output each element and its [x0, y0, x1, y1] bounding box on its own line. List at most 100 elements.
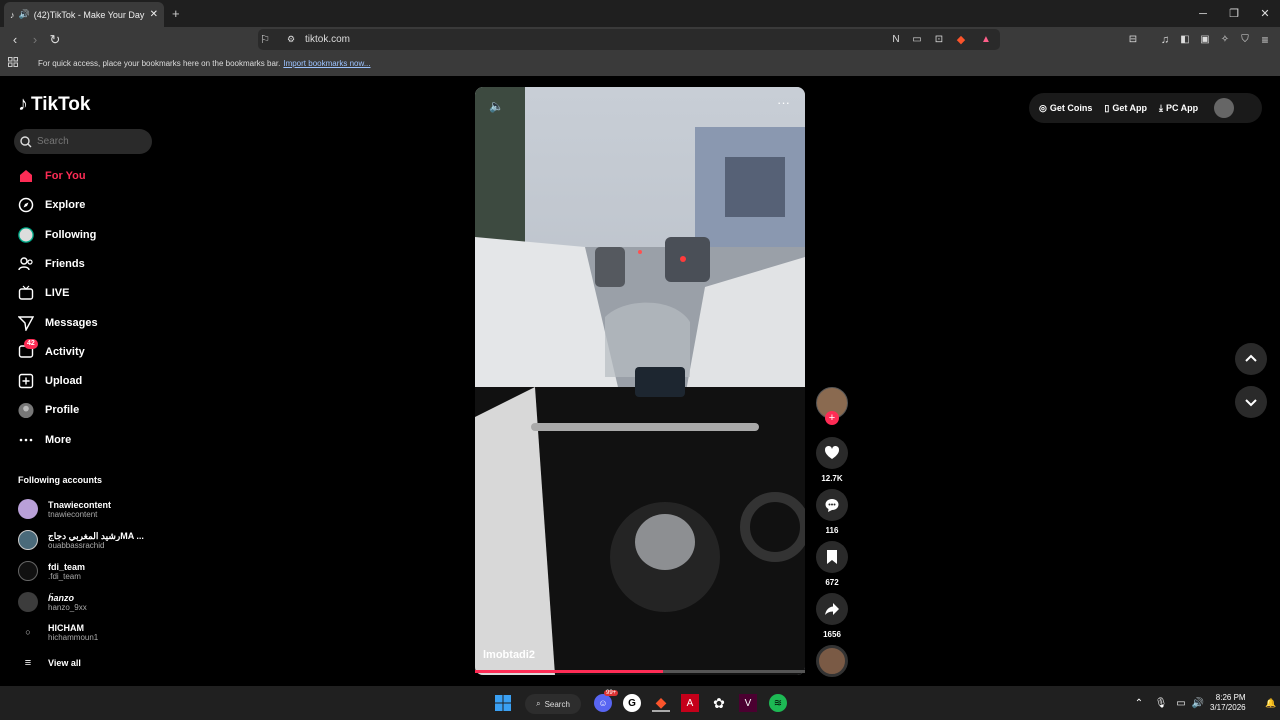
audio-playing-icon[interactable]: 🔊 — [19, 9, 30, 20]
tiktok-favicon-icon: ♪ — [10, 9, 15, 20]
get-coins-label: Get Coins — [1049, 103, 1093, 113]
url-text[interactable]: tiktok.com — [305, 34, 350, 45]
nav-for-you[interactable]: For You — [18, 164, 86, 188]
nav-explore[interactable]: Explore — [18, 193, 85, 217]
nav-upload[interactable]: Upload — [18, 369, 82, 393]
more-dots-icon — [18, 432, 34, 448]
nav-messages[interactable]: Messages — [18, 311, 98, 335]
reader-off-icon[interactable]: N — [885, 27, 907, 52]
cast-icon[interactable]: ▭ — [906, 27, 928, 52]
microphone-icon[interactable]: 🎙 — [1152, 694, 1170, 712]
taskbar-search-label: Search — [544, 699, 570, 709]
account-item[interactable]: رشيد المغربي دجاجMA ... ouabbassrachid — [18, 525, 144, 555]
nav-label: Friends — [45, 258, 85, 270]
next-video-button[interactable] — [1235, 386, 1267, 418]
reload-icon[interactable]: ↻ — [44, 27, 66, 52]
close-window-icon[interactable]: ✕ — [1248, 0, 1280, 27]
get-coins-button[interactable]: ◎ Get Coins — [1039, 103, 1092, 114]
brave-browser-icon[interactable]: ◆ — [652, 694, 670, 712]
forward-icon[interactable]: › — [24, 27, 46, 52]
search-input[interactable] — [37, 136, 137, 147]
avatar — [18, 592, 38, 612]
app-icon[interactable]: ✿ — [710, 694, 728, 712]
windows-start-icon[interactable] — [494, 694, 512, 712]
bookmark-icon[interactable]: ⚐ — [254, 27, 276, 52]
tab-close-icon[interactable]: ✕ — [150, 9, 158, 20]
nav-label: Upload — [45, 375, 83, 387]
account-item[interactable]: ○ HICHAM hichammoun1 — [18, 617, 98, 647]
acrobat-icon[interactable]: A — [681, 694, 699, 712]
spotify-icon[interactable]: ≋ — [769, 694, 787, 712]
user-avatar[interactable] — [1214, 98, 1235, 118]
account-handle: tnawiecontent — [48, 509, 98, 519]
account-item[interactable]: fdi_team .fdi_team — [18, 556, 85, 586]
leo-ai-icon[interactable]: ✧ — [1214, 27, 1236, 52]
account-name: ĥanzo — [48, 592, 74, 603]
search-box[interactable] — [14, 129, 152, 154]
video-progress-bar[interactable] — [475, 670, 805, 673]
brave-rewards-icon[interactable]: ▲ — [975, 27, 997, 52]
account-handle: ouabbassrachid — [48, 540, 105, 550]
discord-icon[interactable]: ☺ 99+ — [594, 690, 619, 712]
save-button[interactable]: 672 — [816, 541, 848, 587]
vpn-icon[interactable]: ⛉ — [1234, 27, 1256, 52]
browser-tab[interactable]: ♪ 🔊 (42)TikTok - Make Your Day ✕ — [4, 2, 164, 27]
sidebar-toggle-icon[interactable]: ⊟ — [1122, 27, 1144, 52]
taskbar-clock[interactable]: 8:26 PM 3/17/2026 — [1210, 693, 1246, 713]
video-progress-fill — [475, 670, 664, 673]
nav-profile[interactable]: Profile — [18, 398, 79, 422]
site-info-icon[interactable]: ⚙ — [280, 27, 302, 52]
nav-more[interactable]: More — [18, 428, 71, 452]
sidebar-icon[interactable]: ◧ — [1174, 27, 1196, 52]
nav-label: More — [45, 434, 72, 446]
tray-chevron-icon[interactable]: ⌃ — [1130, 694, 1148, 712]
media-icon[interactable]: ♫ — [1154, 27, 1176, 52]
view-all-label: View all — [48, 658, 81, 668]
share-button[interactable]: 1656 — [816, 593, 848, 639]
restore-icon[interactable]: ❐ — [1217, 0, 1251, 27]
tiktok-logo[interactable]: ♪ TikTok — [18, 93, 90, 116]
import-bookmarks-link[interactable]: Import bookmarks now... — [283, 59, 370, 68]
brave-shield-icon[interactable]: ◆ — [950, 27, 972, 52]
back-icon[interactable]: ‹ — [4, 27, 26, 52]
nav-friends[interactable]: Friends — [18, 252, 85, 276]
nav-following[interactable]: Following — [18, 223, 96, 247]
account-item[interactable]: ĥanzo hanzo_9xx — [18, 587, 87, 617]
nav-label: Profile — [45, 404, 80, 416]
save-count: 672 — [825, 578, 839, 587]
pc-app-button[interactable]: ⤓ PC App — [1159, 103, 1198, 114]
video-author[interactable]: lmobtadi2 — [483, 649, 535, 661]
pc-app-label: PC App — [1165, 103, 1199, 113]
picture-in-picture-icon[interactable]: ⊡ — [928, 27, 950, 52]
share-count: 1656 — [823, 630, 841, 639]
music-disc[interactable] — [816, 645, 848, 677]
video-editor-icon[interactable]: V — [739, 694, 757, 712]
apps-grid-icon[interactable] — [8, 57, 18, 67]
comment-count: 116 — [825, 526, 839, 535]
account-item[interactable]: Tnawiecontent tnawiecontent — [18, 494, 111, 524]
nav-label: LIVE — [45, 287, 70, 299]
previous-video-button[interactable] — [1235, 343, 1267, 375]
wallet-icon[interactable]: ▣ — [1194, 27, 1216, 52]
video-player[interactable]: 🔈 ··· — [475, 87, 805, 675]
taskbar-search[interactable]: ⌕ Search — [525, 694, 581, 714]
comment-button[interactable]: 116 — [816, 489, 848, 535]
new-tab-button[interactable]: + — [172, 6, 180, 21]
follow-plus-icon[interactable]: + — [825, 411, 839, 425]
creator-avatar[interactable]: + — [816, 387, 848, 425]
video-frame-illustration — [475, 87, 805, 675]
volume-icon[interactable]: 🔈 — [489, 99, 504, 113]
minimize-icon[interactable]: ─ — [1186, 0, 1220, 27]
notification-bell-icon[interactable]: 🔔 — [1262, 694, 1280, 712]
get-app-button[interactable]: ▯ Get App — [1104, 103, 1147, 114]
nav-activity[interactable]: 42 Activity — [18, 339, 85, 364]
chatgpt-icon[interactable]: G — [623, 694, 641, 712]
menu-icon[interactable]: ≡ — [1254, 27, 1276, 52]
like-button[interactable]: 12.7K — [816, 437, 848, 483]
video-options-icon[interactable]: ··· — [777, 95, 790, 110]
view-all-button[interactable]: ≡ View all — [18, 648, 81, 678]
nav-live[interactable]: LIVE — [18, 281, 69, 305]
volume-tray-icon[interactable]: 🔊 — [1189, 694, 1207, 712]
network-icon[interactable]: ▭ — [1172, 694, 1190, 712]
chevron-up-icon — [1245, 354, 1257, 362]
